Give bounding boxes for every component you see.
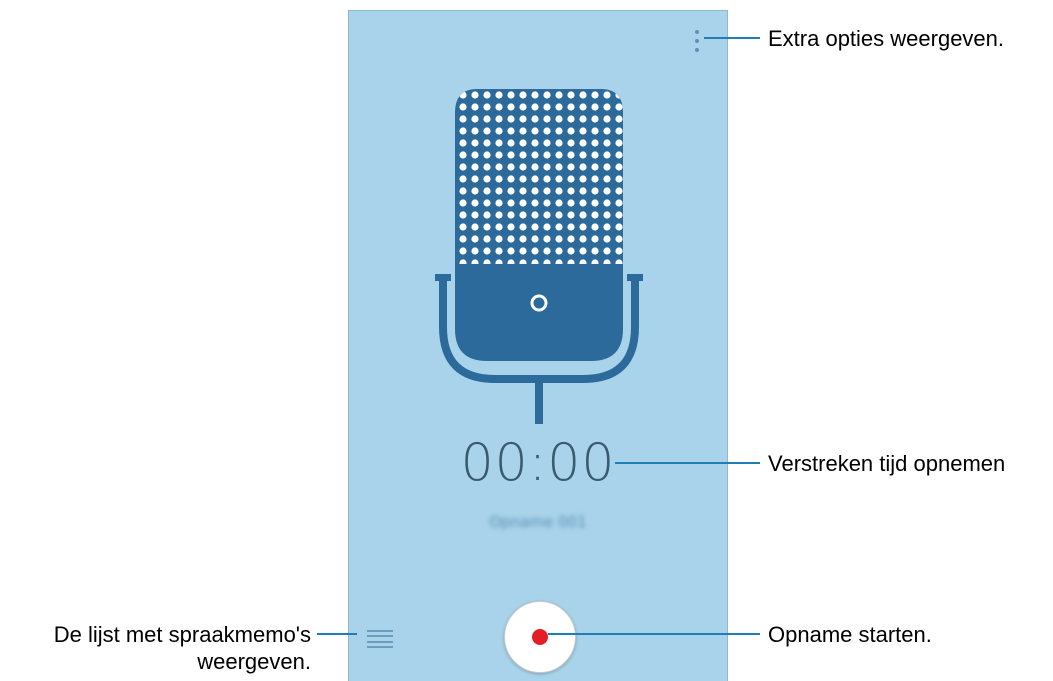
- callout-line-more-options: [704, 37, 760, 39]
- callout-elapsed-time: Verstreken tijd opnemen: [768, 451, 1006, 476]
- microphone-illustration: [435, 89, 643, 424]
- record-icon: [532, 629, 548, 645]
- callout-list-line2: weergeven.: [197, 649, 311, 674]
- callout-start-recording: Opname starten.: [768, 622, 932, 647]
- record-button[interactable]: [504, 601, 576, 673]
- callout-line-list: [317, 633, 357, 635]
- list-icon[interactable]: [367, 627, 393, 651]
- more-options-icon[interactable]: [685, 27, 709, 55]
- callout-more-options: Extra opties weergeven.: [768, 26, 1005, 51]
- recording-name: Opname 001: [489, 513, 587, 531]
- callout-list-line1: De lijst met spraakmemo's: [53, 622, 311, 647]
- voice-recorder-screen: 00:00 Opname 001: [348, 10, 728, 681]
- callout-line-start-recording: [548, 633, 760, 635]
- callout-line-elapsed-time: [615, 462, 760, 464]
